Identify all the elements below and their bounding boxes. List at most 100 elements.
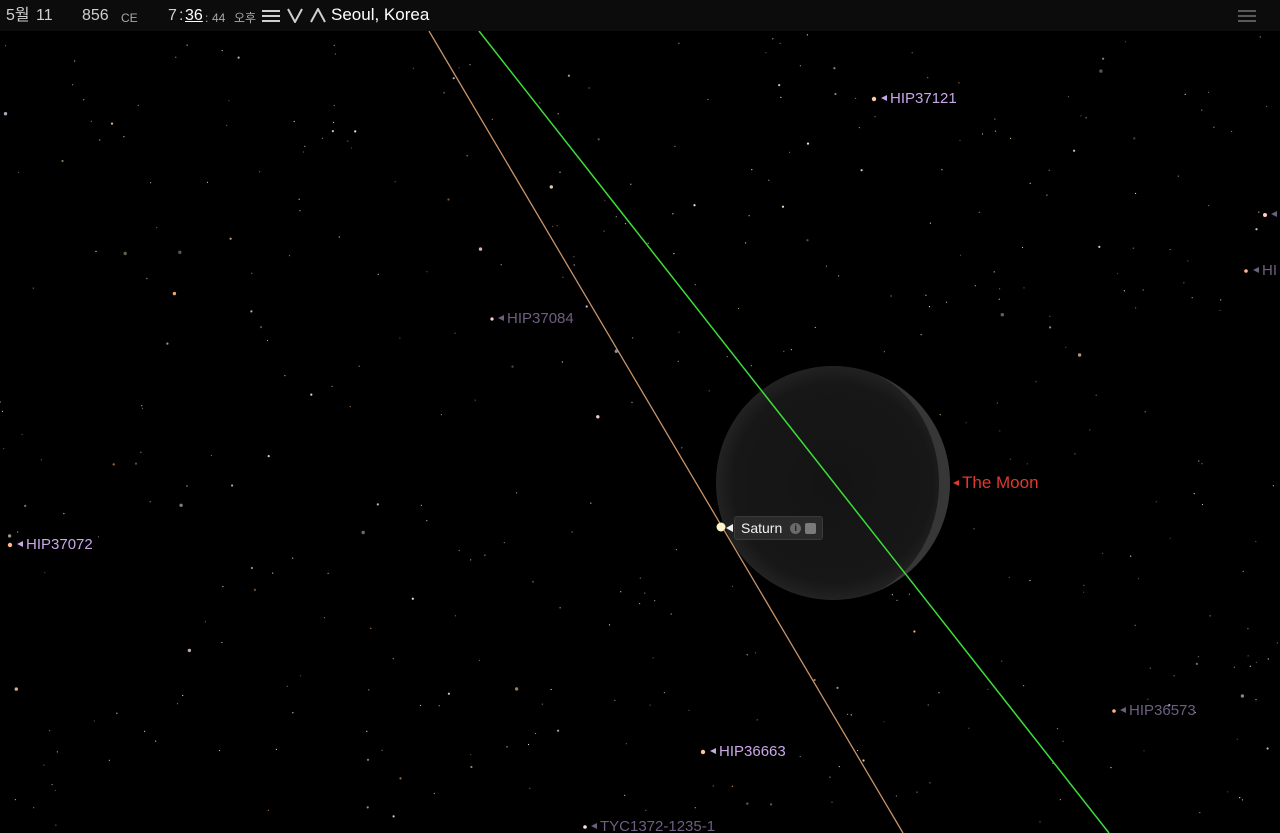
background-star bbox=[172, 291, 177, 296]
time-colon-1: : bbox=[179, 7, 184, 24]
moon[interactable] bbox=[716, 366, 982, 600]
label-hip37072[interactable]: HIP37072 bbox=[17, 536, 93, 554]
background-star bbox=[381, 749, 383, 751]
background-star bbox=[347, 140, 349, 142]
background-star bbox=[559, 607, 561, 609]
label-hip36663[interactable]: HIP36663 bbox=[710, 743, 786, 761]
background-star bbox=[515, 492, 518, 494]
background-star bbox=[1029, 579, 1031, 582]
background-star bbox=[1083, 591, 1085, 593]
background-star bbox=[1184, 93, 1186, 95]
label-hip37084[interactable]: HIP37084 bbox=[498, 310, 574, 328]
label-hip-edge[interactable]: HI bbox=[1253, 262, 1280, 280]
time-second[interactable]: 44 bbox=[212, 8, 225, 28]
star-hip37121[interactable] bbox=[871, 96, 877, 102]
background-star bbox=[137, 104, 139, 106]
background-star bbox=[896, 599, 898, 602]
background-star bbox=[412, 67, 414, 69]
time-ampm[interactable]: 오후 bbox=[234, 8, 256, 28]
background-star bbox=[43, 764, 45, 766]
background-star bbox=[1039, 821, 1041, 823]
background-star bbox=[1183, 282, 1185, 284]
star-hip37072[interactable] bbox=[7, 542, 13, 548]
background-star bbox=[836, 686, 839, 690]
background-star bbox=[726, 356, 728, 358]
star-edge-1[interactable] bbox=[1263, 213, 1267, 217]
background-star bbox=[1266, 105, 1268, 108]
star-hip36573[interactable] bbox=[1112, 709, 1116, 713]
background-star bbox=[366, 730, 368, 732]
background-star bbox=[738, 307, 740, 310]
background-star bbox=[511, 365, 514, 368]
background-star bbox=[334, 53, 336, 55]
label-hip37121[interactable]: HIP37121 bbox=[881, 90, 957, 108]
background-star bbox=[90, 120, 92, 122]
saturn-pointer-icon bbox=[726, 524, 733, 532]
background-star bbox=[850, 714, 852, 716]
background-star bbox=[620, 591, 622, 593]
background-star bbox=[338, 236, 340, 238]
star-edge-2[interactable] bbox=[1244, 269, 1248, 273]
background-star bbox=[745, 242, 747, 244]
background-star bbox=[1099, 69, 1103, 73]
background-star bbox=[927, 77, 929, 79]
background-star bbox=[323, 617, 326, 619]
star-hip37084[interactable] bbox=[490, 317, 494, 321]
background-star bbox=[674, 145, 676, 147]
background-star bbox=[630, 183, 632, 185]
time-minute[interactable]: 36 bbox=[185, 6, 203, 26]
background-star bbox=[484, 554, 486, 556]
date-era[interactable]: CE bbox=[121, 8, 138, 28]
checkbox-icon[interactable] bbox=[805, 522, 817, 534]
label-tyc1372[interactable]: TYC1372-1235-1 bbox=[591, 818, 715, 833]
background-star bbox=[259, 326, 263, 329]
star-hip36663[interactable] bbox=[700, 749, 706, 755]
background-star bbox=[1035, 381, 1037, 383]
background-star bbox=[470, 765, 473, 769]
background-star bbox=[913, 630, 916, 633]
sky-view[interactable]: 5월 11 856 CE 7 : 36 : 44 오후 Seoul, Korea bbox=[0, 0, 1280, 833]
main-menu-icon[interactable] bbox=[1238, 9, 1256, 23]
label-moon[interactable]: The Moon bbox=[953, 474, 1039, 492]
background-star bbox=[806, 34, 809, 36]
info-icon[interactable]: i bbox=[790, 522, 802, 534]
background-star bbox=[799, 755, 801, 758]
location-label[interactable]: Seoul, Korea bbox=[331, 5, 429, 25]
background-star bbox=[750, 365, 753, 367]
background-star bbox=[799, 65, 802, 67]
saturn-label[interactable]: Saturn i bbox=[734, 516, 824, 540]
background-star bbox=[458, 67, 460, 69]
label-hip36573[interactable]: HIP36573 bbox=[1120, 702, 1196, 720]
chevron-up-icon[interactable] bbox=[310, 8, 326, 23]
background-star bbox=[559, 171, 561, 173]
star-tyc1372[interactable] bbox=[583, 825, 587, 829]
date-month[interactable]: 5월 bbox=[6, 6, 30, 26]
saturn-dot[interactable] bbox=[716, 522, 726, 532]
background-star bbox=[1077, 353, 1082, 357]
background-star bbox=[221, 641, 223, 644]
time-menu-icon[interactable] bbox=[262, 9, 280, 23]
background-star bbox=[141, 405, 143, 407]
background-star bbox=[1147, 698, 1149, 700]
background-star bbox=[1201, 109, 1203, 111]
background-star bbox=[1267, 658, 1269, 660]
background-star bbox=[1062, 740, 1064, 742]
background-star bbox=[3, 112, 8, 116]
background-star bbox=[17, 531, 19, 533]
date-year[interactable]: 856 bbox=[82, 6, 109, 26]
background-star bbox=[228, 100, 230, 102]
background-star bbox=[83, 99, 85, 101]
background-star bbox=[663, 692, 666, 694]
background-star bbox=[978, 211, 980, 213]
background-star bbox=[310, 393, 313, 396]
background-star bbox=[1169, 537, 1171, 539]
background-star bbox=[377, 273, 379, 275]
background-star bbox=[1207, 91, 1210, 93]
chevron-down-icon[interactable] bbox=[287, 8, 303, 23]
background-star bbox=[99, 139, 101, 141]
background-star bbox=[772, 38, 774, 40]
date-day[interactable]: 11 bbox=[36, 6, 53, 26]
background-star bbox=[1197, 656, 1199, 658]
time-hour[interactable]: 7 bbox=[168, 6, 177, 26]
background-star bbox=[1074, 453, 1076, 455]
